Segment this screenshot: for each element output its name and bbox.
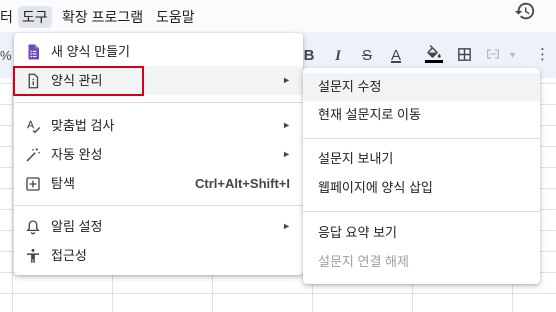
menu-item-accessibility[interactable]: 접근성: [14, 241, 303, 270]
version-history-icon[interactable]: [512, 0, 538, 22]
form-submenu: 설문지 수정 현재 설문지로 이동 설문지 보내기 웹페이지에 양식 삽입 응답…: [303, 68, 540, 284]
bold-button[interactable]: B: [303, 46, 315, 66]
submenu-item-edit-form[interactable]: 설문지 수정: [303, 73, 540, 101]
submenu-item-embed-form[interactable]: 웹페이지에 양식 삽입: [303, 174, 540, 202]
magic-wand-icon: [26, 148, 40, 162]
submenu-item-label: 응답 요약 보기: [318, 225, 397, 240]
spellcheck-icon: [27, 120, 41, 134]
menu-data-partial[interactable]: 터: [0, 6, 17, 28]
menu-divider: [14, 102, 303, 103]
menu-item-label: 새 양식 만들기: [51, 44, 130, 59]
menu-item-explore[interactable]: 탐색 Ctrl+Alt+Shift+I: [14, 169, 303, 198]
italic-button[interactable]: I: [332, 46, 344, 66]
text-color-button[interactable]: A: [389, 46, 403, 66]
menu-item-label: 탐색: [51, 176, 75, 191]
merge-cells-icon[interactable]: [485, 46, 501, 62]
submenu-item-label: 설문지 수정: [318, 79, 382, 94]
menu-item-label: 알림 설정: [51, 219, 103, 234]
menu-item-new-form[interactable]: 새 양식 만들기: [14, 37, 303, 66]
submenu-item-label: 설문지 연결 해제: [318, 254, 409, 269]
submenu-arrow-icon: ►: [282, 149, 291, 159]
menu-extensions[interactable]: 확장 프로그램: [58, 6, 147, 28]
bell-icon: [26, 220, 40, 235]
accessibility-icon: [27, 248, 39, 263]
submenu-item-go-to-live-form[interactable]: 현재 설문지로 이동: [303, 101, 540, 129]
menu-divider: [303, 211, 540, 212]
borders-icon[interactable]: [456, 46, 473, 63]
more-toolbar-icon[interactable]: ⋮: [535, 45, 550, 63]
strikethrough-button[interactable]: S: [360, 46, 374, 66]
menu-divider: [14, 205, 303, 206]
menu-divider: [303, 138, 540, 139]
forms-icon: [28, 44, 39, 60]
submenu-item-unlink-form: 설문지 연결 해제: [303, 248, 540, 276]
menu-item-spellcheck[interactable]: 맞춤법 검사 ►: [14, 111, 303, 140]
menu-item-label: 맞춤법 검사: [51, 118, 115, 133]
menu-item-label: 자동 완성: [51, 147, 103, 162]
submenu-item-send-form[interactable]: 설문지 보내기: [303, 145, 540, 173]
menu-item-autocomplete[interactable]: 자동 완성 ►: [14, 140, 303, 169]
menu-item-notification-settings[interactable]: 알림 설정 ►: [14, 212, 303, 241]
zoom-partial[interactable]: %: [0, 46, 12, 66]
submenu-item-label: 현재 설문지로 이동: [318, 107, 421, 122]
submenu-arrow-icon: ►: [282, 221, 291, 231]
menu-item-label: 접근성: [51, 248, 87, 263]
submenu-item-label: 설문지 보내기: [318, 151, 394, 166]
menu-help[interactable]: 도움말: [152, 6, 199, 28]
menubar: 터 도구 확장 프로그램 도움말: [0, 0, 556, 32]
menu-tools[interactable]: 도구: [18, 6, 52, 28]
submenu-arrow-icon: ►: [282, 75, 291, 85]
highlight-box: [13, 66, 144, 96]
merge-dropdown-icon[interactable]: ▼: [508, 50, 517, 60]
submenu-item-show-summary[interactable]: 응답 요약 보기: [303, 219, 540, 247]
explore-icon: [26, 177, 40, 191]
fill-color-icon[interactable]: [425, 45, 443, 63]
shortcut-text: Ctrl+Alt+Shift+I: [195, 176, 290, 191]
submenu-item-label: 웹페이지에 양식 삽입: [318, 180, 433, 195]
submenu-arrow-icon: ►: [282, 120, 291, 130]
